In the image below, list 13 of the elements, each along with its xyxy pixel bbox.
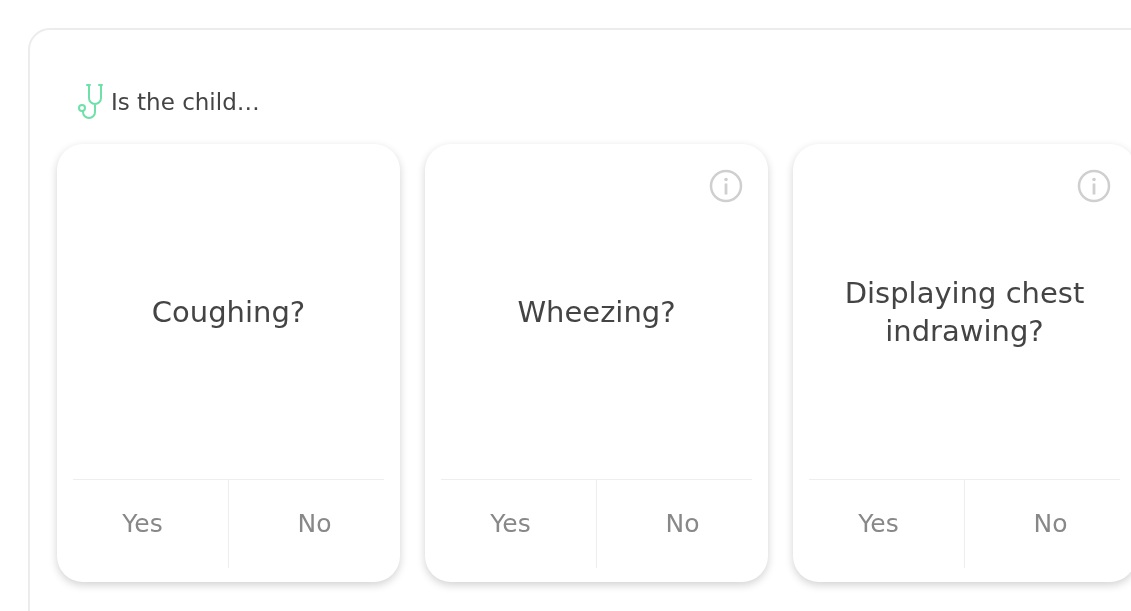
answer-button[interactable]: Yes [793, 480, 964, 568]
answer-button[interactable]: No [964, 480, 1131, 568]
question-text: Displaying chest indrawing? [843, 274, 1086, 350]
answer-button[interactable]: No [228, 480, 400, 568]
answer-button[interactable]: No [596, 480, 768, 568]
question-prompt: Is the child… [111, 87, 260, 117]
info-icon[interactable] [1076, 168, 1112, 204]
info-icon[interactable] [708, 168, 744, 204]
stethoscope-icon [77, 82, 103, 122]
question-text: Coughing? [151, 293, 306, 331]
question-text: Wheezing? [517, 293, 676, 331]
answer-button[interactable]: Yes [57, 480, 228, 568]
answer-button[interactable]: Yes [425, 480, 596, 568]
